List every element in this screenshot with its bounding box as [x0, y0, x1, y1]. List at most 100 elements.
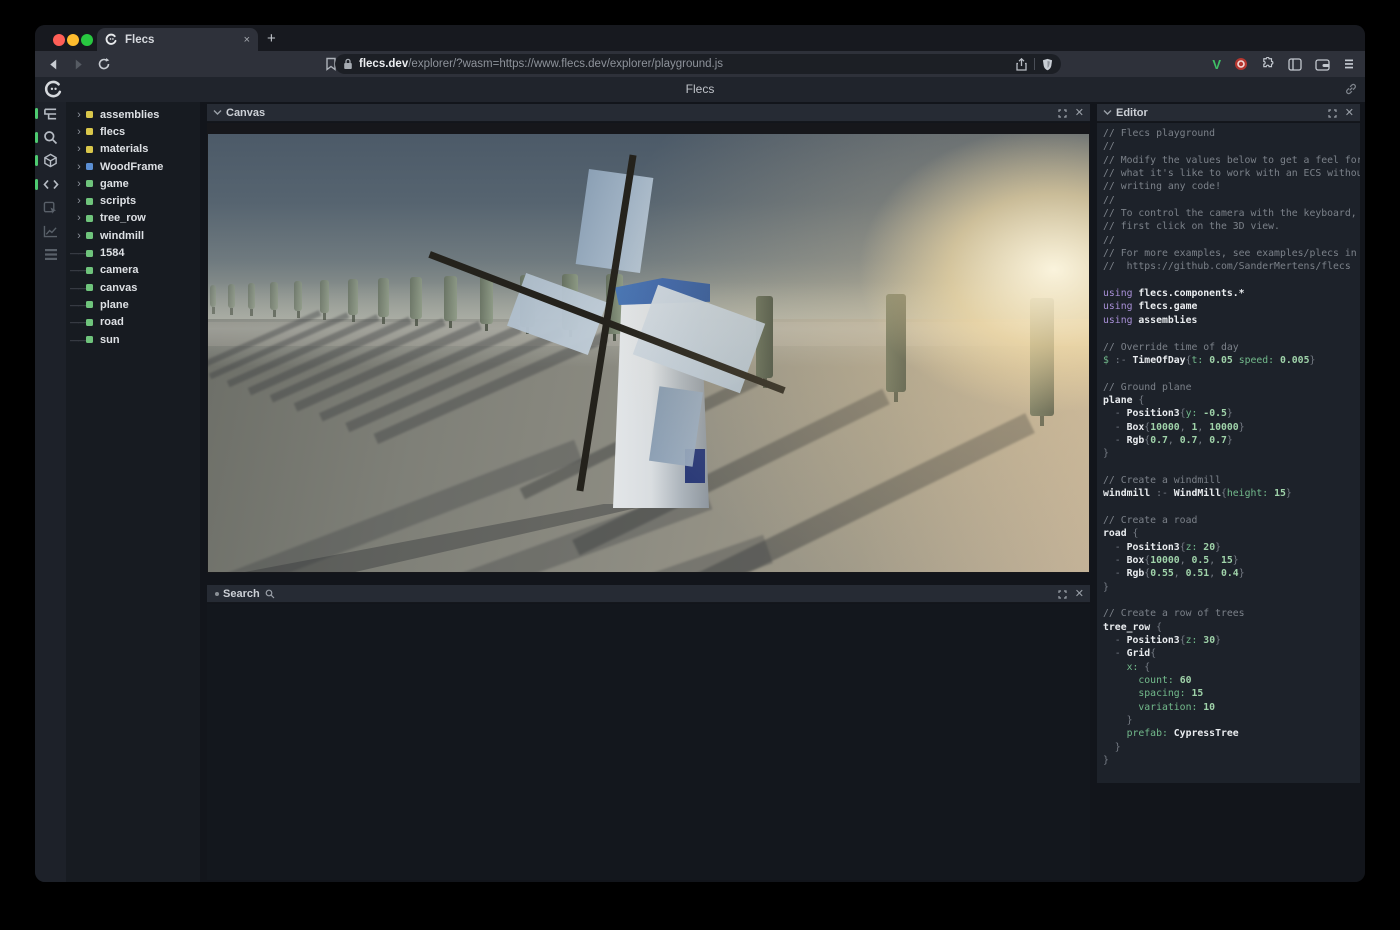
code-line: // To control the camera with the keyboa… [1103, 208, 1360, 221]
zoom-window-button[interactable] [81, 34, 93, 46]
scene-3d[interactable] [208, 134, 1089, 572]
close-icon[interactable]: ✕ [1075, 589, 1084, 600]
forward-icon[interactable] [72, 58, 85, 71]
tree-item-canvas[interactable]: ——canvas [66, 279, 200, 296]
expand-arrow-icon[interactable]: › [74, 144, 84, 154]
new-tab-button[interactable]: + [267, 30, 276, 47]
rail-item-search[interactable] [35, 126, 66, 150]
expand-arrow-icon[interactable]: › [74, 110, 84, 120]
entity-type-square [86, 232, 93, 239]
entity-type-square [86, 336, 93, 343]
share-icon[interactable] [1016, 58, 1027, 71]
code-line: // Modify the values below to get a feel… [1103, 155, 1360, 168]
entity-type-square [86, 301, 93, 308]
tree-item-WoodFrame[interactable]: › WoodFrame [66, 158, 200, 175]
code-line: plane { [1103, 395, 1360, 408]
code-line: // Create a road [1103, 515, 1360, 528]
tab-title: Flecs [125, 34, 244, 46]
fullscreen-icon[interactable] [1058, 590, 1067, 599]
canvas-panel-header[interactable]: Canvas ✕ [207, 104, 1090, 122]
expand-arrow-icon[interactable]: › [74, 213, 84, 223]
back-icon[interactable] [47, 58, 60, 71]
chevron-down-icon[interactable] [213, 109, 222, 116]
code-line: - Box{10000, 1, 10000} [1103, 422, 1360, 435]
expand-arrow-icon[interactable]: › [74, 231, 84, 241]
tree-item-label: plane [100, 299, 129, 311]
tree-item-game[interactable]: ›game [66, 175, 200, 192]
flecs-explorer-app: Flecs ›assemblies›flecs›materials›WoodFr… [35, 77, 1365, 882]
code-line: windmill :- WindMill{height: 15} [1103, 488, 1360, 501]
tree-item-road[interactable]: ——road [66, 314, 200, 331]
leaf-dash-icon: —— [70, 300, 84, 310]
rail-item-chart[interactable] [35, 220, 66, 244]
fullscreen-icon[interactable] [1328, 109, 1337, 118]
extension-v-icon[interactable]: V [1212, 57, 1221, 72]
reload-icon[interactable] [97, 57, 111, 71]
minimize-window-button[interactable] [67, 34, 79, 46]
tree-item-label: assemblies [100, 109, 159, 121]
collapsed-dot-icon[interactable] [215, 592, 219, 596]
code-line: // For more examples, see examples/plecs… [1103, 248, 1360, 261]
tree-item-1584[interactable]: ——1584 [66, 244, 200, 261]
extension-red-icon[interactable] [1234, 57, 1248, 71]
browser-tab[interactable]: Flecs × [97, 28, 258, 51]
expand-arrow-icon[interactable]: › [74, 127, 84, 137]
close-window-button[interactable] [53, 34, 65, 46]
url-host: flecs.dev [359, 58, 408, 70]
icon-rail [35, 102, 66, 882]
tree-item-scripts[interactable]: ›scripts [66, 192, 200, 209]
active-indicator [35, 179, 38, 190]
code-line: // Flecs playground [1103, 128, 1360, 141]
tree-item-label: WoodFrame [100, 161, 163, 173]
rail-item-cube[interactable] [35, 149, 66, 173]
rail-item-rows[interactable] [35, 243, 66, 267]
extensions-puzzle-icon[interactable] [1261, 57, 1275, 71]
entity-type-square [86, 215, 93, 222]
tab-close-icon[interactable]: × [244, 34, 250, 46]
tree-item-camera[interactable]: ——camera [66, 262, 200, 279]
canvas-3d-view[interactable] [207, 123, 1090, 573]
fullscreen-icon[interactable] [1058, 109, 1067, 118]
leaf-dash-icon: —— [70, 248, 84, 258]
tree-item-tree_row[interactable]: ›tree_row [66, 210, 200, 227]
tree-item-flecs[interactable]: ›flecs [66, 123, 200, 140]
search-panel-header[interactable]: Search ✕ [207, 585, 1090, 603]
chevron-down-icon[interactable] [1103, 109, 1112, 116]
expand-arrow-icon[interactable]: › [74, 162, 84, 172]
close-icon[interactable]: ✕ [1075, 108, 1084, 119]
share-link-icon[interactable] [1344, 82, 1358, 96]
code-line: road { [1103, 528, 1360, 541]
tree-item-windmill[interactable]: ›windmill [66, 227, 200, 244]
sidebar-icon[interactable] [1288, 58, 1302, 71]
tree-item-assemblies[interactable]: › assemblies [66, 106, 200, 123]
close-icon[interactable]: ✕ [1345, 108, 1354, 119]
search-panel-title: Search [223, 588, 260, 600]
code-line [1103, 275, 1360, 288]
wallet-icon[interactable] [1315, 58, 1330, 71]
editor-panel: Editor ✕ // Flecs playground//// Modify … [1097, 104, 1360, 783]
tree-item-materials[interactable]: ›materials [66, 141, 200, 158]
expand-arrow-icon[interactable]: › [74, 196, 84, 206]
code-line: // writing any code! [1103, 181, 1360, 194]
rail-item-code[interactable] [35, 173, 66, 197]
brave-shield-icon[interactable] [1042, 58, 1053, 71]
code-line: // Create a windmill [1103, 475, 1360, 488]
code-line: - Position3{z: 30} [1103, 635, 1360, 648]
code-line: // first click on the 3D view. [1103, 221, 1360, 234]
app-content: ›assemblies›flecs›materials›WoodFrame›ga… [35, 102, 1365, 882]
editor-panel-header[interactable]: Editor ✕ [1097, 104, 1360, 122]
tree-item-label: road [100, 316, 124, 328]
code-editor[interactable]: // Flecs playground//// Modify the value… [1097, 123, 1360, 783]
tree-item-plane[interactable]: —— plane [66, 296, 200, 313]
expand-arrow-icon[interactable]: › [74, 179, 84, 189]
url-bar[interactable]: flecs.dev /explorer/?wasm=https://www.fl… [335, 54, 1061, 74]
page-title: Flecs [35, 82, 1365, 96]
scene-vignette [208, 134, 1089, 572]
tree-item-sun[interactable]: ——sun [66, 331, 200, 348]
menu-icon[interactable] [1343, 58, 1355, 70]
editor-panel-title: Editor [1116, 107, 1148, 119]
rail-item-tree-view[interactable] [35, 102, 66, 126]
entity-type-square [86, 284, 93, 291]
entity-type-square [86, 111, 93, 118]
rail-item-cursor-box[interactable] [35, 196, 66, 220]
